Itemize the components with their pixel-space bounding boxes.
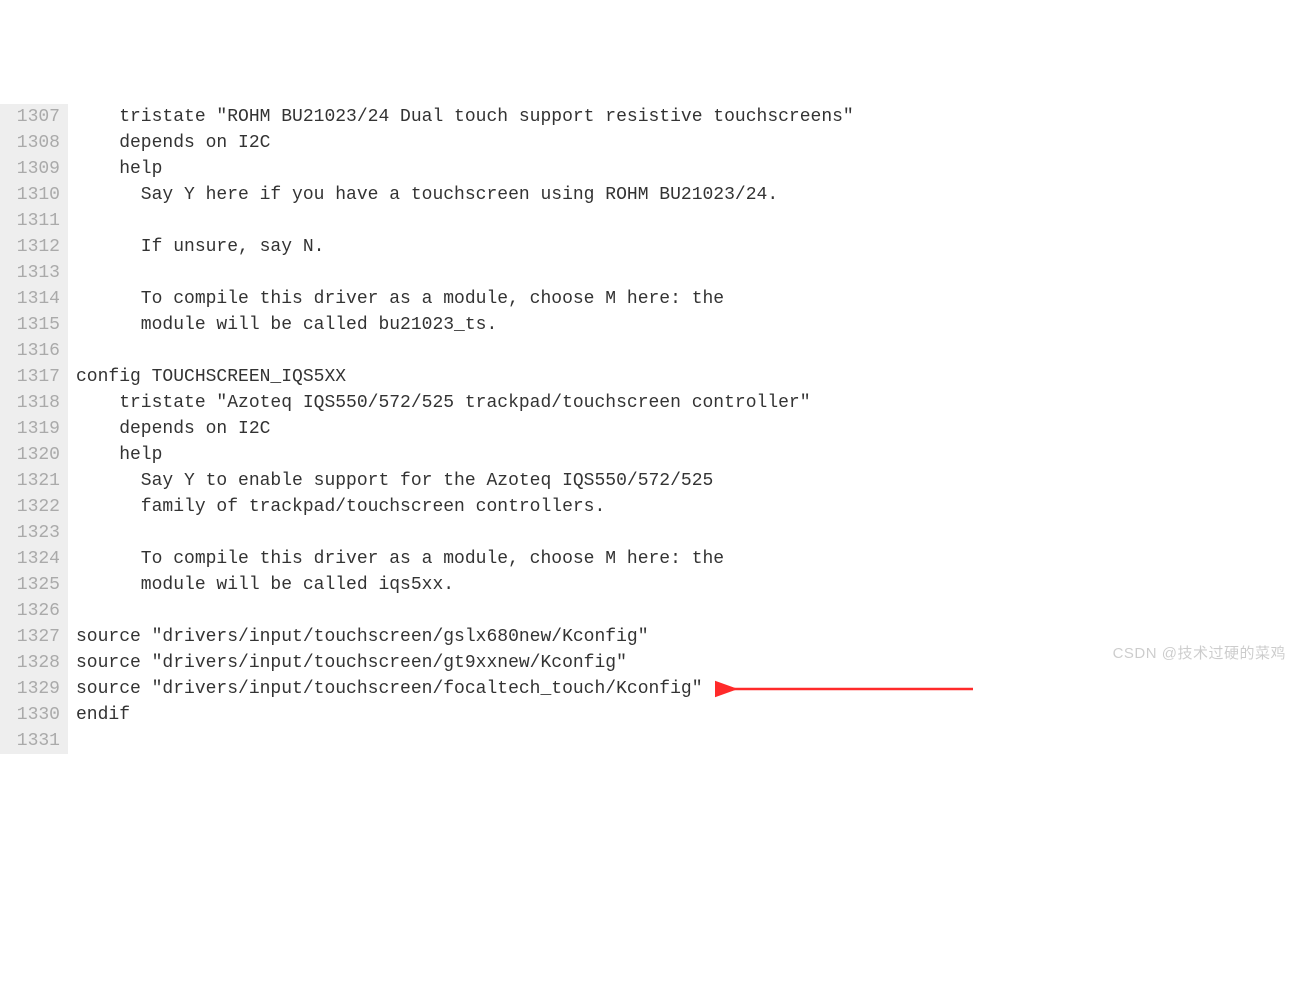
code-line[interactable] (76, 598, 1298, 624)
code-line[interactable]: To compile this driver as a module, choo… (76, 546, 1298, 572)
line-number: 1314 (4, 286, 60, 312)
code-line[interactable]: help (76, 156, 1298, 182)
line-number: 1316 (4, 338, 60, 364)
code-line[interactable]: endif (76, 702, 1298, 728)
code-line[interactable]: tristate "ROHM BU21023/24 Dual touch sup… (76, 104, 1298, 130)
code-line[interactable] (76, 338, 1298, 364)
line-number: 1321 (4, 468, 60, 494)
line-number: 1323 (4, 520, 60, 546)
line-number: 1312 (4, 234, 60, 260)
code-line[interactable]: module will be called bu21023_ts. (76, 312, 1298, 338)
line-number: 1326 (4, 598, 60, 624)
code-line[interactable]: depends on I2C (76, 416, 1298, 442)
code-line[interactable]: Say Y to enable support for the Azoteq I… (76, 468, 1298, 494)
code-line[interactable]: tristate "Azoteq IQS550/572/525 trackpad… (76, 390, 1298, 416)
line-number-gutter: 1307130813091310131113121313131413151316… (0, 104, 68, 754)
code-line[interactable]: config TOUCHSCREEN_IQS5XX (76, 364, 1298, 390)
line-number: 1329 (4, 676, 60, 702)
code-line[interactable]: Say Y here if you have a touchscreen usi… (76, 182, 1298, 208)
watermark: CSDN @技术过硬的菜鸡 (1113, 641, 1286, 667)
code-line[interactable]: module will be called iqs5xx. (76, 572, 1298, 598)
code-line[interactable]: If unsure, say N. (76, 234, 1298, 260)
line-number: 1328 (4, 650, 60, 676)
line-number: 1322 (4, 494, 60, 520)
code-line[interactable] (76, 728, 1298, 754)
line-number: 1325 (4, 572, 60, 598)
code-line[interactable] (76, 520, 1298, 546)
line-number: 1308 (4, 130, 60, 156)
line-number: 1310 (4, 182, 60, 208)
line-number: 1315 (4, 312, 60, 338)
line-number: 1324 (4, 546, 60, 572)
line-number: 1317 (4, 364, 60, 390)
line-number: 1331 (4, 728, 60, 754)
code-line[interactable]: depends on I2C (76, 130, 1298, 156)
code-line[interactable]: help (76, 442, 1298, 468)
code-line[interactable] (76, 260, 1298, 286)
code-line[interactable]: source "drivers/input/touchscreen/focalt… (76, 676, 1298, 702)
code-line[interactable] (76, 208, 1298, 234)
code-line[interactable]: To compile this driver as a module, choo… (76, 286, 1298, 312)
line-number: 1327 (4, 624, 60, 650)
line-number: 1330 (4, 702, 60, 728)
code-line[interactable]: family of trackpad/touchscreen controlle… (76, 494, 1298, 520)
line-number: 1318 (4, 390, 60, 416)
line-number: 1307 (4, 104, 60, 130)
line-number: 1311 (4, 208, 60, 234)
line-number: 1320 (4, 442, 60, 468)
line-number: 1319 (4, 416, 60, 442)
line-number: 1313 (4, 260, 60, 286)
code-editor: 1307130813091310131113121313131413151316… (0, 104, 1298, 754)
line-number: 1309 (4, 156, 60, 182)
